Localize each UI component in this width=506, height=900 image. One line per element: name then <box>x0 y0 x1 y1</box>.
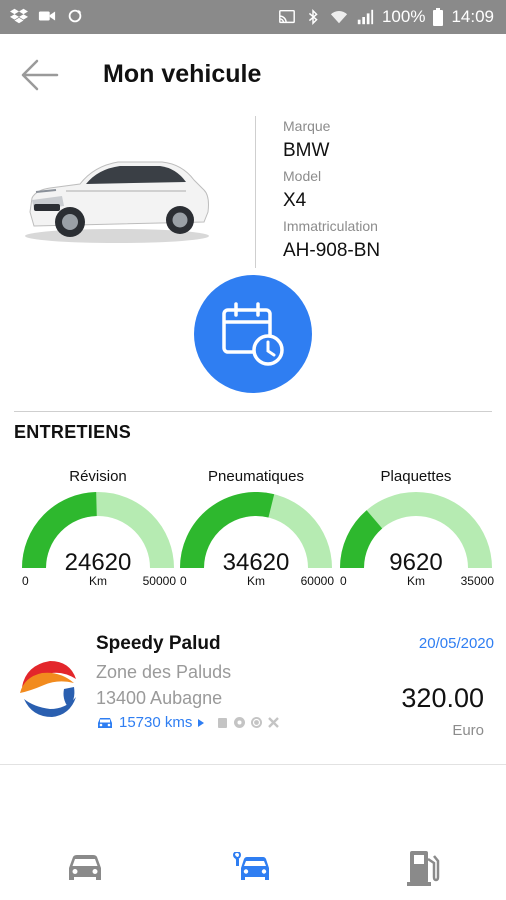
brand-label: Marque <box>283 118 331 134</box>
section-divider <box>14 411 492 412</box>
garage-address-line1: Zone des Paluds <box>96 662 232 682</box>
wifi-icon <box>330 11 348 24</box>
service-price: 320.00 <box>401 683 484 713</box>
tire-icon <box>233 716 246 729</box>
maintenance-section-title: ENTRETIENS <box>14 422 132 442</box>
bluetooth-icon <box>308 8 318 26</box>
tools-icon <box>267 716 280 729</box>
car-service-icon <box>233 852 269 880</box>
gauge-brake-pads: Plaquettes 9620 0 Km 35000 <box>338 466 494 594</box>
gauge-label: Révision <box>69 468 127 485</box>
total-logo-icon <box>18 659 78 719</box>
service-mileage: 15730 kms <box>96 714 280 731</box>
gauge-value: 24620 <box>64 549 132 576</box>
service-date: 20/05/2020 <box>418 635 494 652</box>
plate-label: Immatriculation <box>283 218 378 234</box>
gauge-max: 35000 <box>460 574 494 588</box>
play-arrow-icon <box>198 718 205 727</box>
back-button[interactable] <box>18 54 60 96</box>
card-divider <box>0 764 506 765</box>
garage-name: Speedy Palud <box>96 633 221 654</box>
oil-icon <box>216 716 229 729</box>
sync-icon <box>68 9 82 23</box>
garage-address-line2: 13400 Aubagne <box>96 688 223 708</box>
service-currency: Euro <box>452 722 484 739</box>
clock: 14:09 <box>451 7 494 26</box>
cast-icon <box>279 9 295 24</box>
vertical-divider <box>255 116 256 268</box>
schedule-button[interactable] <box>194 275 312 393</box>
status-bar: 100% 14:09 <box>0 0 506 34</box>
page-title: Mon vehicule <box>103 60 262 88</box>
car-front-icon <box>98 717 112 728</box>
battery-icon <box>433 8 444 26</box>
dropbox-icon <box>10 8 28 24</box>
app-bar: Mon vehicule <box>0 34 506 114</box>
car-icon <box>69 855 101 880</box>
brake-icon <box>250 716 263 729</box>
signal-icon <box>357 9 374 25</box>
battery-percent: 100% <box>381 7 426 26</box>
vehicle-image <box>25 161 209 243</box>
gauge-label: Plaquettes <box>380 468 452 485</box>
brand-value: BMW <box>283 140 330 161</box>
gauge-max: 60000 <box>300 574 334 588</box>
nav-maintenance[interactable] <box>231 848 275 888</box>
plate-value: AH-908-BN <box>283 240 381 261</box>
gauge-value: 9620 <box>389 549 443 576</box>
mileage-text: 15730 kms <box>119 714 193 731</box>
nav-fuel[interactable] <box>402 848 446 888</box>
nav-vehicle[interactable] <box>63 848 107 888</box>
gauge-revision: Révision 24620 0 Km 50000 <box>20 466 176 594</box>
model-value: X4 <box>283 190 307 211</box>
gauge-value: 34620 <box>222 549 290 576</box>
calendar-clock-icon <box>222 302 284 366</box>
gauge-label: Pneumatiques <box>208 468 304 485</box>
fuel-pump-icon <box>407 851 440 886</box>
video-camera-icon <box>38 11 56 21</box>
bottom-navigation <box>0 838 506 900</box>
arrow-left-icon <box>21 59 59 91</box>
gauge-max: 50000 <box>142 574 176 588</box>
gauge-tires: Pneumatiques 34620 0 Km 60000 <box>178 466 334 594</box>
model-label: Model <box>283 168 322 184</box>
